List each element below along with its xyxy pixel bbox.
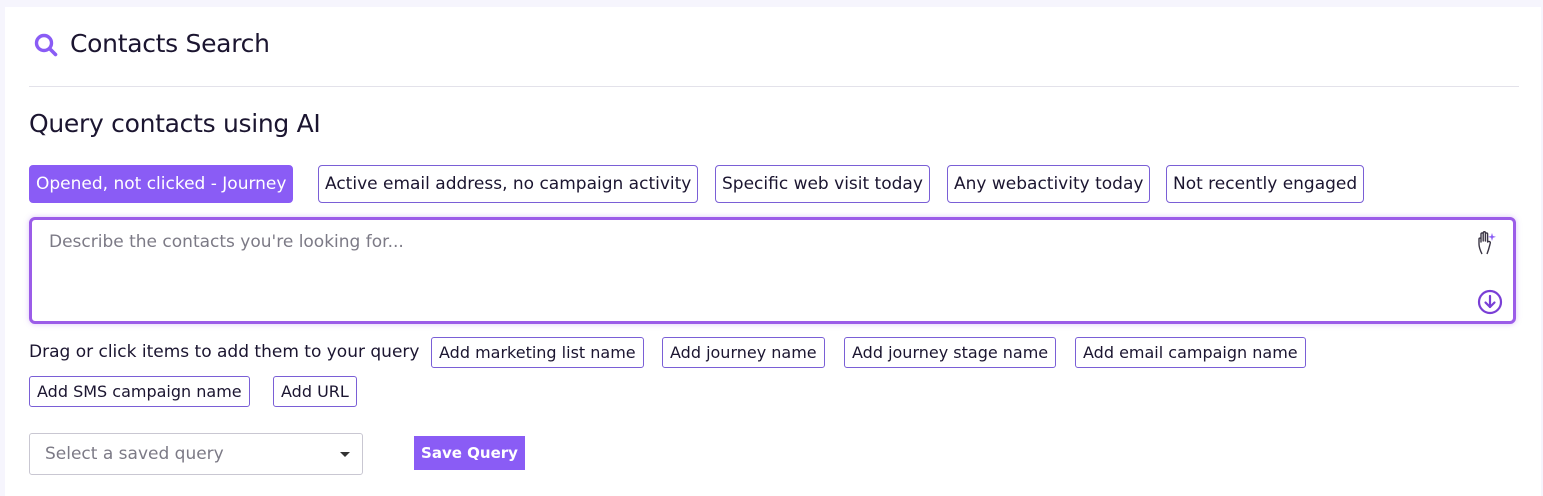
drag-item-journey-name[interactable]: Add journey name <box>662 337 825 368</box>
page-title: Contacts Search <box>70 29 270 58</box>
arrow-down-circle-icon[interactable] <box>1477 289 1503 315</box>
chevron-down-icon <box>340 452 350 457</box>
panel-header: Contacts Search <box>5 7 1541 87</box>
suggestion-chip-webactivity[interactable]: Any webactivity today <box>947 165 1151 203</box>
search-icon <box>34 33 58 57</box>
drag-item-sms-campaign[interactable]: Add SMS campaign name <box>29 376 250 407</box>
hand-sparkle-icon[interactable] <box>1475 230 1499 256</box>
contacts-search-panel: Contacts Search Query contacts using AI … <box>5 7 1541 496</box>
header-divider <box>29 86 1519 87</box>
drag-item-email-campaign[interactable]: Add email campaign name <box>1075 337 1306 368</box>
drag-item-marketing-list[interactable]: Add marketing list name <box>431 337 644 368</box>
saved-query-placeholder: Select a saved query <box>45 444 224 464</box>
section-heading: Query contacts using AI <box>29 109 321 138</box>
drag-item-journey-stage[interactable]: Add journey stage name <box>844 337 1057 368</box>
suggestion-chip-active-email[interactable]: Active email address, no campaign activi… <box>318 165 699 203</box>
suggestion-chip-web-visit[interactable]: Specific web visit today <box>715 165 930 203</box>
drag-instructions: Drag or click items to add them to your … <box>29 342 420 362</box>
query-input[interactable] <box>32 220 1452 320</box>
drag-item-url[interactable]: Add URL <box>273 376 357 407</box>
saved-query-select[interactable]: Select a saved query <box>29 433 363 475</box>
suggestion-chip-not-engaged[interactable]: Not recently engaged <box>1166 165 1365 203</box>
save-query-button[interactable]: Save Query <box>414 436 525 470</box>
suggestion-chip-opened-not-clicked[interactable]: Opened, not clicked - Journey <box>29 165 294 203</box>
query-input-box <box>29 217 1516 324</box>
